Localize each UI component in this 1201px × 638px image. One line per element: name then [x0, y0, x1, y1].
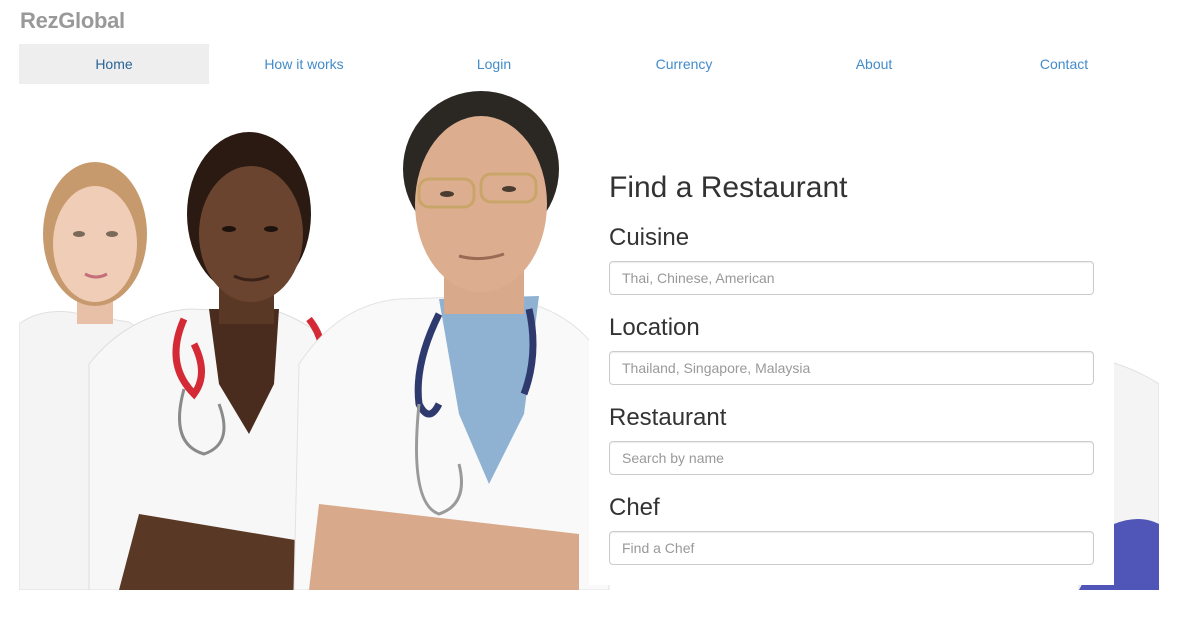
chef-input[interactable]: [609, 531, 1094, 565]
brand-logo[interactable]: RezGlobal: [20, 8, 125, 34]
main-nav: Home How it works Login Currency About C…: [19, 44, 1159, 84]
search-panel: Find a Restaurant Cuisine Location Resta…: [589, 155, 1114, 585]
nav-home[interactable]: Home: [19, 44, 209, 84]
nav-about[interactable]: About: [779, 44, 969, 84]
nav-contact[interactable]: Contact: [969, 44, 1159, 84]
doctor-glasses-figure: [293, 91, 610, 590]
nav-login[interactable]: Login: [399, 44, 589, 84]
cuisine-label: Cuisine: [609, 224, 690, 251]
restaurant-label: Restaurant: [609, 404, 727, 431]
nav-currency[interactable]: Currency: [589, 44, 779, 84]
nav-how-it-works[interactable]: How it works: [209, 44, 399, 84]
location-label: Location: [609, 314, 700, 341]
cuisine-input[interactable]: [609, 261, 1094, 295]
chef-label: Chef: [609, 494, 660, 521]
panel-title: Find a Restaurant: [609, 171, 848, 204]
location-input[interactable]: [609, 351, 1094, 385]
restaurant-input[interactable]: [609, 441, 1094, 475]
